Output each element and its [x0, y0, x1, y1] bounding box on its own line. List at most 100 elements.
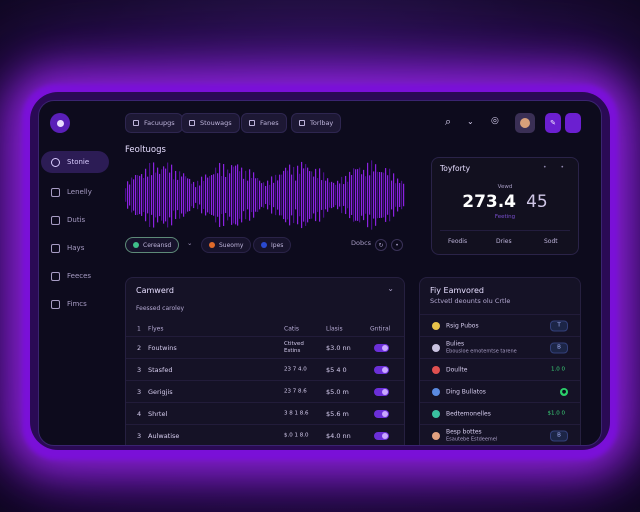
table-title: Camwerd	[136, 286, 174, 295]
stat-footer-tab-1[interactable]: Feodis	[448, 238, 467, 245]
header-chip-3[interactable]: Fanes	[241, 113, 287, 133]
row-toggle[interactable]	[374, 431, 389, 440]
filter-pill-1[interactable]: Cereansd	[125, 237, 180, 253]
list-item-text: Doullte	[446, 366, 467, 373]
edit-button[interactable]: ✎	[545, 113, 561, 133]
list-item-badge[interactable]: T	[550, 320, 568, 331]
list-item-detail: Esautebe Estdeemel	[446, 436, 498, 442]
waveform-bar	[403, 183, 405, 207]
status-dot	[133, 242, 139, 248]
stat-footer-tab-2[interactable]: Dries	[496, 238, 512, 245]
waveform-bar	[279, 174, 281, 216]
chevron-down-icon[interactable]: ⌄	[387, 284, 394, 293]
waveform-bar	[215, 167, 217, 223]
row-value-a: 23 7 4.0	[284, 366, 307, 373]
list-item[interactable]: Bulies Ebousloe emotemtse tarene B	[420, 336, 580, 358]
more-icon[interactable]: • •	[543, 164, 570, 171]
waveform-bar	[157, 167, 159, 223]
sidebar-item-6[interactable]: Fimcs	[41, 293, 109, 315]
table-row[interactable]: 4 Shrtel 3 8 1 8.6 $5.6 m	[126, 402, 404, 424]
table-row[interactable]: 3 Stasfed 23 7 4.0 $5 4 0	[126, 358, 404, 380]
sidebar-item-5[interactable]: Feeces	[41, 265, 109, 287]
list-item-badge[interactable]: 1.0 0	[548, 364, 568, 375]
waveform-bar	[173, 179, 175, 211]
row-toggle[interactable]	[374, 343, 389, 352]
waveform-bar	[267, 180, 269, 210]
pill-label: Cereansd	[143, 241, 172, 249]
waveform-bar	[275, 174, 277, 216]
waveform-bar	[141, 174, 143, 216]
table-row[interactable]: 3 Aulwatise $.0 1 8.0 $4.0 nn	[126, 424, 404, 445]
chevron-down-icon[interactable]: ⌄	[187, 239, 192, 247]
row-value-b: $5.6 m	[326, 409, 349, 418]
waveform-bar	[151, 175, 153, 215]
waveform-bar	[125, 188, 127, 202]
waveform-bar	[327, 178, 329, 212]
column-header[interactable]: Llasis	[326, 326, 343, 333]
list-item[interactable]: Bedtemonelles $1.0 0	[420, 402, 580, 424]
header-chip-4[interactable]: Torlbay	[291, 113, 342, 133]
waveform-bar	[211, 175, 213, 215]
list-item-label: Rsig Pubos	[446, 322, 479, 329]
search-icon[interactable]: ⌕	[445, 115, 451, 129]
location-icon[interactable]: ◎	[491, 116, 499, 126]
list-item-badge[interactable]: ●	[560, 387, 568, 396]
refresh-icon[interactable]: ↻	[375, 239, 387, 251]
list-item-badge[interactable]: B	[550, 342, 568, 353]
table-row[interactable]: 2 Foutwins Ctitved Estins $3.0 nn	[126, 336, 404, 358]
chevron-down-icon[interactable]: ⌄	[467, 117, 474, 126]
waveform-bar	[335, 184, 337, 206]
waveform-bar	[181, 176, 183, 214]
tag-icon	[189, 120, 195, 126]
waveform-bar	[317, 178, 319, 212]
list-item[interactable]: Rsig Pubos T	[420, 314, 580, 336]
waveform-bar	[245, 170, 247, 220]
filter-pill-3[interactable]: Ipes	[253, 237, 292, 253]
waveform-bar	[295, 180, 297, 210]
waveform-bar	[377, 171, 379, 219]
row-toggle[interactable]	[374, 365, 389, 374]
waveform-bar	[257, 178, 259, 212]
filter-pill-2[interactable]: Sueomy	[201, 237, 252, 253]
table-row[interactable]: 3 Gerigjis 23 7 8.6 $5.0 m	[126, 380, 404, 402]
sidebar-item-4[interactable]: Hays	[41, 237, 109, 259]
list-item[interactable]: Besp bottes Esautebe Estdeemel B	[420, 424, 580, 445]
waveform-bar	[401, 180, 403, 210]
header-chip-1[interactable]: Facuupgs	[125, 113, 183, 133]
row-value-a: 23 7 8.6	[284, 388, 307, 395]
waveform-bar	[357, 169, 359, 221]
row-name: Aulwatise	[148, 431, 180, 440]
menu-button[interactable]	[565, 113, 581, 133]
waveform-bar	[149, 162, 151, 228]
avatar[interactable]	[515, 113, 535, 133]
list-item-badge[interactable]: B	[550, 430, 568, 441]
column-index: 1	[137, 325, 141, 333]
sidebar-item-3[interactable]: Dutis	[41, 209, 109, 231]
sidebar-item-2[interactable]: Lenelly	[41, 181, 109, 203]
sidebar: Stonie Lenelly Dutis Hays Feeces Fimcs	[39, 101, 117, 445]
waveform-bar	[217, 173, 219, 217]
list-item-text: Bulies Ebousloe emotemtse tarene	[446, 340, 517, 355]
sidebar-item-1[interactable]: Stonie	[41, 151, 109, 173]
header-chip-2[interactable]: Stouwags	[181, 113, 240, 133]
app-logo[interactable]	[50, 113, 70, 133]
list-item[interactable]: Doullte 1.0 0	[420, 358, 580, 380]
waveform-bar	[249, 169, 251, 221]
list-item-badge[interactable]: $1.0 0	[545, 408, 569, 419]
row-index: 2	[137, 343, 142, 352]
column-header[interactable]: Catis	[284, 326, 299, 333]
waveform-bar	[337, 180, 339, 210]
column-header[interactable]: Flyes	[148, 326, 164, 333]
list-item[interactable]: Ding Bullatos ●	[420, 380, 580, 402]
waveform-bar	[191, 183, 193, 207]
row-toggle[interactable]	[374, 409, 389, 418]
waveform-bar	[221, 176, 223, 214]
row-toggle[interactable]	[374, 387, 389, 396]
more-icon[interactable]: •	[391, 239, 403, 251]
list-item-label: Bedtemonelles	[446, 410, 491, 417]
stat-secondary-value: 45	[526, 192, 548, 212]
waveform-bar	[309, 171, 311, 219]
waveform-bar	[193, 181, 195, 209]
column-header[interactable]: Gntiral	[370, 326, 390, 333]
stat-footer-tab-3[interactable]: Sodt	[544, 238, 558, 245]
